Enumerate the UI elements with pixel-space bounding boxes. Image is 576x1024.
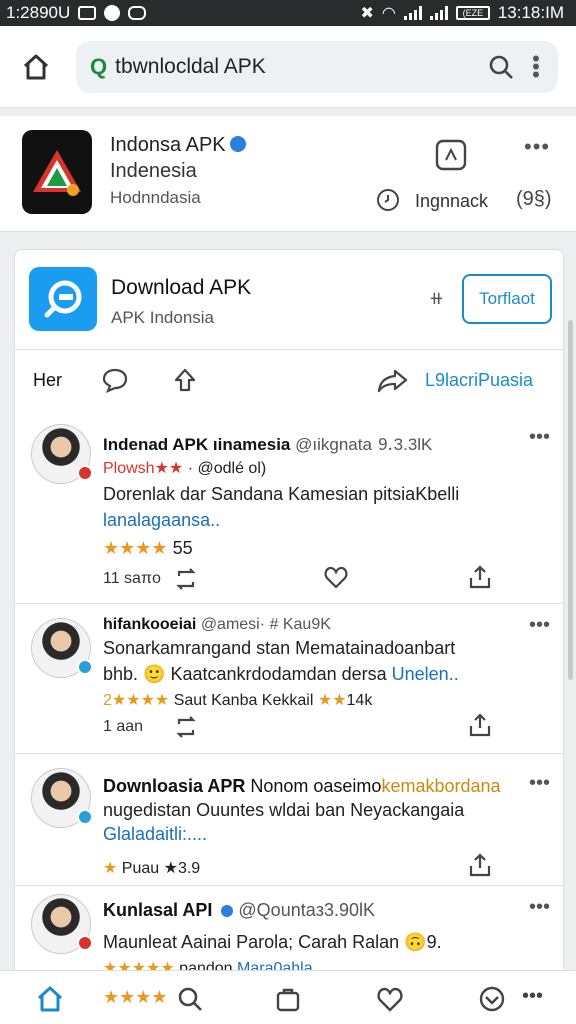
star-icon: ★ bbox=[103, 860, 118, 877]
forward-icon[interactable] bbox=[377, 366, 409, 394]
post-more-button[interactable]: ••• bbox=[529, 614, 550, 637]
smile-emoji-icon: 🙂 bbox=[143, 664, 166, 684]
status-time-right: 13:18:IM bbox=[497, 3, 564, 22]
comment-icon[interactable] bbox=[101, 366, 129, 394]
feed-panel: Download APK APK Indonsia ⧺ Torflaot Her… bbox=[14, 249, 564, 979]
reaction-icon[interactable]: (9§) bbox=[516, 188, 552, 211]
post-link[interactable]: Glaladaitli:.... bbox=[103, 824, 207, 845]
post-author: Downloasia APR Nonom oaseimokemakbordana bbox=[103, 776, 501, 796]
bottom-nav: ★★★★ ••• bbox=[0, 970, 576, 1024]
badge-icon bbox=[77, 809, 93, 825]
avatar[interactable] bbox=[31, 894, 93, 954]
like-icon[interactable] bbox=[323, 564, 349, 590]
verified-icon bbox=[221, 905, 234, 917]
scrollbar[interactable] bbox=[568, 320, 573, 680]
post-text-2: bhb. 🙂 Kaatcankrdodamdan dersa Unelen.. bbox=[103, 664, 459, 684]
app-logo-icon bbox=[33, 150, 81, 196]
post-text: Dorenlak dar Sandana Kamesian pitsiaKbel… bbox=[103, 484, 460, 504]
post-card[interactable]: hifankooeiai @amesi· # Kau9K ••• Sonarka… bbox=[15, 604, 563, 754]
download-title: Download APK bbox=[111, 276, 252, 299]
action-bar-label: Her bbox=[33, 370, 63, 390]
search-button[interactable] bbox=[486, 52, 516, 82]
screen-icon bbox=[78, 6, 97, 20]
post-card[interactable]: Downloasia APR Nonom oaseimokemakbordana… bbox=[15, 754, 563, 886]
app-subtitle: Indenesia bbox=[110, 160, 197, 182]
post-rating: ★★★★ 55 bbox=[103, 538, 193, 558]
status-time-left: 1:2890U bbox=[6, 3, 71, 22]
overflow-menu-button[interactable]: • • • bbox=[526, 47, 546, 85]
home-icon bbox=[23, 54, 49, 79]
nav-search-icon[interactable] bbox=[176, 985, 204, 1013]
share-icon[interactable] bbox=[467, 852, 493, 878]
search-icon bbox=[489, 55, 513, 79]
download-logo-icon bbox=[44, 280, 82, 318]
badge-icon bbox=[77, 659, 93, 675]
post-author: Indenad APK ıinamesia @ıikgnata ⒐3.3lK bbox=[103, 435, 433, 454]
share-up-icon[interactable] bbox=[171, 366, 199, 394]
search-brand-icon: Q bbox=[90, 53, 108, 79]
top-bar: Q ••• bbox=[0, 26, 576, 108]
post-rating: ★ Puau ★3.9 bbox=[103, 860, 201, 877]
status-bar: 1:2890U ✖ ◠ (EZE 13:18:IM bbox=[0, 0, 576, 26]
reply-count: 11 saπo bbox=[103, 570, 161, 587]
follow-button[interactable]: Torflaot bbox=[462, 274, 552, 324]
chat-notification-icon bbox=[128, 6, 147, 20]
app-title: Indonsa APK bbox=[110, 134, 246, 157]
repost-icon[interactable] bbox=[173, 714, 199, 740]
emoji-icon: 🙃 bbox=[404, 932, 427, 952]
search-box[interactable]: Q ••• bbox=[76, 40, 558, 93]
action-bar-link[interactable]: L9lacriPuasia bbox=[425, 370, 533, 391]
share-icon[interactable] bbox=[467, 712, 493, 738]
badge-icon bbox=[77, 935, 93, 951]
post-more-button[interactable]: ••• bbox=[529, 772, 550, 795]
reply-count: 1 aan bbox=[103, 718, 144, 735]
nav-bag-icon[interactable] bbox=[274, 985, 302, 1013]
action-bar: Her L9lacriPuasia bbox=[15, 350, 563, 412]
badge-icon bbox=[77, 465, 93, 481]
wifi-icon: ◠ bbox=[381, 5, 396, 22]
post-text: nugedistan Ouuntes wldai ban Neyackangai… bbox=[103, 800, 465, 820]
post-more-button[interactable]: ••• bbox=[529, 896, 550, 919]
post-author: Kunlasal API @Qountaз3.90lK bbox=[103, 900, 376, 920]
avatar[interactable] bbox=[31, 618, 93, 678]
battery-icon: (EZE bbox=[455, 6, 490, 20]
post-link[interactable]: lanalagaansa.. bbox=[103, 510, 220, 531]
app-meta: Hodnndasia bbox=[110, 188, 201, 207]
download-header: Download APK APK Indonsia ⧺ Torflaot bbox=[15, 250, 563, 350]
nav-more-button[interactable]: ••• bbox=[522, 985, 543, 1008]
post-text: Sonarkamrangand stan Mematainadoanbart bbox=[103, 638, 456, 658]
post-more-button[interactable]: ••• bbox=[529, 426, 550, 449]
share-icon[interactable] bbox=[467, 564, 493, 590]
repost-icon[interactable] bbox=[173, 566, 199, 592]
post-meta: Plowsh★★ · @odlé ol) bbox=[103, 460, 267, 477]
clock-icon bbox=[377, 189, 399, 211]
app-logo bbox=[22, 130, 92, 214]
avatar[interactable] bbox=[31, 768, 93, 828]
download-subtitle: APK Indonsia bbox=[111, 308, 215, 327]
open-app-icon[interactable] bbox=[434, 138, 468, 172]
verified-icon bbox=[229, 136, 246, 152]
signal-icon bbox=[403, 6, 422, 20]
app-action-label[interactable]: Ingnnack bbox=[415, 191, 488, 212]
nav-profile-icon[interactable] bbox=[478, 985, 506, 1013]
avatar[interactable] bbox=[31, 424, 93, 484]
nav-rating-stars: ★★★★ bbox=[103, 987, 168, 1007]
post-author: hifankooeiai @amesi· # Kau9K bbox=[103, 616, 331, 633]
post-card[interactable]: Kunlasal API @Qountaз3.90lK ••• Maunleat… bbox=[15, 886, 563, 978]
post-rating: 2★★★★ Saut Kanba Kekkail ★★14k bbox=[103, 692, 373, 709]
app-notification-icon bbox=[104, 5, 121, 21]
nav-home-icon[interactable] bbox=[36, 985, 64, 1013]
nav-heart-icon[interactable] bbox=[376, 985, 404, 1013]
post-card[interactable]: Indenad APK ıinamesia @ıikgnata ⒐3.3lK •… bbox=[15, 412, 563, 604]
home-button[interactable] bbox=[18, 49, 54, 85]
filter-icon[interactable]: ⧺ bbox=[429, 288, 444, 309]
app-more-button[interactable]: ••• bbox=[524, 134, 550, 160]
post-text: Maunleat Aainai Parola; Carah Ralan 🙃9. bbox=[103, 932, 442, 952]
app-card[interactable]: Indonsa APK Indenesia Hodnndasia ••• Ing… bbox=[0, 116, 576, 232]
signal-2-icon bbox=[429, 6, 448, 20]
search-input[interactable] bbox=[115, 54, 486, 79]
mute-icon: ✖ bbox=[360, 5, 374, 22]
download-logo bbox=[29, 267, 97, 331]
